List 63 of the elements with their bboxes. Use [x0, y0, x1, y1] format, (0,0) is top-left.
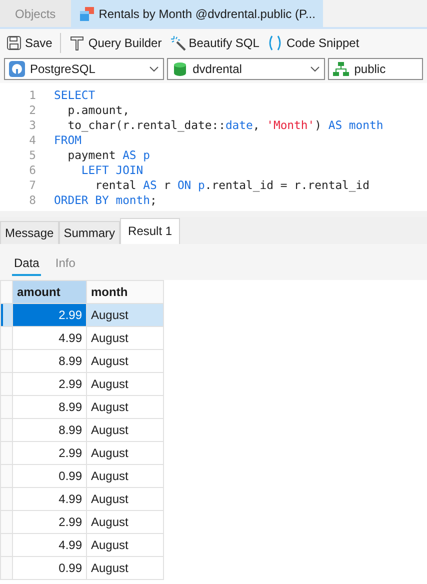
column-header[interactable]: month [86, 280, 164, 304]
table-cell: August [86, 534, 164, 556]
table-cell: 4.99 [12, 326, 86, 350]
caret-icon [148, 66, 159, 72]
table-cell: 2.99 [12, 372, 86, 396]
toolbar-button[interactable]: Code Snippet [265, 32, 362, 54]
code-line: ORDER BY month; [54, 193, 157, 208]
line-number: 3 [28, 118, 37, 133]
code-line: rental AS r ON p.rental_id = r.rental_id [94, 178, 370, 193]
line-number: 4 [28, 133, 37, 148]
table-cell: 8.99 [12, 396, 86, 418]
table-cell: 0.99 [12, 464, 86, 488]
toolbar-button[interactable]: Save [4, 32, 54, 54]
table-cell: August [86, 488, 164, 510]
code-line: p.amount, [66, 103, 130, 118]
query-icon [78, 6, 95, 22]
tab[interactable]: Summary [58, 221, 120, 244]
tab[interactable]: Message [0, 221, 59, 244]
line-number: 8 [28, 193, 37, 208]
dropdown[interactable]: PostgreSQL [4, 58, 164, 80]
table-cell: August [86, 350, 164, 372]
caret-icon [310, 66, 320, 72]
table-cell: August [86, 442, 164, 464]
save-icon [6, 35, 22, 51]
table-cell: 2.99 [12, 442, 86, 464]
table-cell: 4.99 [12, 534, 86, 556]
wand-icon [170, 35, 186, 51]
hierarchy-icon [333, 61, 350, 77]
database-icon [172, 61, 188, 77]
tab[interactable]: Result 1 [120, 218, 180, 244]
table-cell: August [86, 304, 164, 326]
line-number: 1 [28, 88, 37, 103]
code-line: FROM [54, 133, 82, 148]
toolbar-button[interactable]: Query Builder [67, 32, 164, 54]
table-cell: 4.99 [12, 488, 86, 510]
table-cell: 2.99 [12, 304, 86, 326]
table-cell: August [86, 510, 164, 534]
tab[interactable]: Data [12, 250, 42, 276]
line-number: 6 [28, 163, 37, 178]
line-number: 7 [28, 178, 37, 193]
dropdown[interactable]: public [328, 58, 423, 80]
table-cell: 8.99 [12, 350, 86, 372]
dropdown[interactable]: dvdrental [166, 58, 326, 80]
column-header[interactable]: amount [12, 280, 86, 304]
table-cell: August [86, 556, 164, 580]
toolbar-button[interactable]: Beautify SQL [168, 32, 262, 54]
table-cell: August [86, 326, 164, 350]
table-cell: 2.99 [12, 510, 86, 534]
line-number: 5 [28, 148, 37, 163]
table-cell: 0.99 [12, 556, 86, 580]
table-cell: August [86, 372, 164, 396]
line-number: 2 [28, 103, 37, 118]
code-line: to_char(r.rental_date::date, 'Month') AS month [66, 118, 384, 133]
row-header[interactable] [0, 304, 12, 326]
code-line: LEFT JOIN [80, 163, 144, 178]
table-cell: August [86, 396, 164, 418]
table-cell: August [86, 464, 164, 488]
table-cell: 8.99 [12, 418, 86, 442]
code-line: SELECT [54, 88, 96, 103]
code-line: payment AS p [66, 148, 150, 163]
tab[interactable]: Rentals by Month @dvdrental.public (P... [70, 0, 324, 27]
brackets-icon [267, 35, 284, 51]
table-cell: August [86, 418, 164, 442]
